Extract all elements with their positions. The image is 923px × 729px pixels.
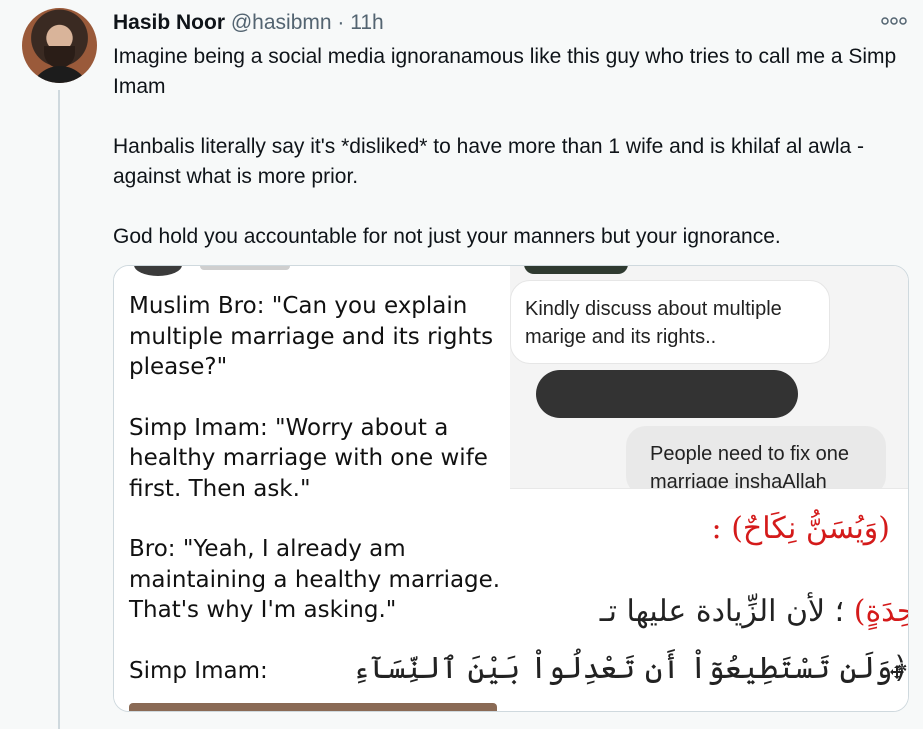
tweet-header: Hasib Noor @hasibmn · 11h xyxy=(113,11,384,35)
meme-line: Bro: "Yeah, I already am maintaining a h… xyxy=(129,536,501,623)
more-options-icon[interactable] xyxy=(881,12,907,28)
meme-photo xyxy=(129,703,497,711)
avatar-shirt xyxy=(30,66,90,83)
meme-avatar-cut xyxy=(134,266,182,276)
author-name[interactable]: Hasib Noor xyxy=(113,11,225,34)
arabic-line: (وَاحِدَةٍ) ؛ لأن الزِّيادة عليها تـ xyxy=(599,594,908,629)
timestamp[interactable]: 11h xyxy=(350,11,383,34)
redacted-bubble xyxy=(536,370,798,418)
chat-incoming-bubble: Kindly discuss about multiple marige and… xyxy=(510,280,830,364)
arabic-red-word: (وَاحِدَةٍ) xyxy=(853,594,908,629)
author-handle[interactable]: @hasibmn xyxy=(231,11,332,34)
avatar[interactable] xyxy=(22,8,97,83)
tweet-media[interactable]: Muslim Bro: "Can you explain multiple ma… xyxy=(113,265,909,712)
chat-screenshot: Kindly discuss about multiple marige and… xyxy=(510,266,908,496)
avatar-beard xyxy=(44,46,75,68)
meme-image[interactable]: Muslim Bro: "Can you explain multiple ma… xyxy=(114,266,510,711)
tweet-text: Imagine being a social media ignoranamou… xyxy=(113,42,913,282)
meme-handle-cut xyxy=(200,266,290,270)
thread-line xyxy=(58,90,60,729)
screenshot-image[interactable]: Kindly discuss about multiple marige and… xyxy=(353,266,908,711)
meme-line: Simp Imam: "Worry about a healthy marria… xyxy=(129,414,488,502)
arabic-text-image: (وَيُسَنُّ نِكَاحٌ) : (وَاحِدَةٍ) ؛ لأن … xyxy=(353,488,908,711)
tweet-paragraph: Hanbalis literally say it's *disliked* t… xyxy=(113,135,865,188)
arabic-line-rest: ؛ لأن الزِّيادة عليها تـ xyxy=(599,594,845,629)
move-cursor-icon xyxy=(890,665,904,679)
arabic-verse: ﴿وَلَن تَسْتَطِيعُوٓاْ أَن تَعْدِلُواْ ب… xyxy=(352,651,909,686)
meme-text: Muslim Bro: "Can you explain multiple ma… xyxy=(129,291,504,711)
meme-line: Muslim Bro: "Can you explain multiple ma… xyxy=(129,293,494,380)
tweet-paragraph: God hold you accountable for not just yo… xyxy=(113,225,781,248)
chat-cut-bubble xyxy=(524,266,628,274)
arabic-heading: (وَيُسَنُّ نِكَاحٌ) : xyxy=(711,511,890,546)
tweet-paragraph: Imagine being a social media ignoranamou… xyxy=(113,45,897,98)
chat-outgoing-bubble: People need to fix one marriage inshaAll… xyxy=(626,426,886,496)
separator-dot: · xyxy=(337,11,345,34)
